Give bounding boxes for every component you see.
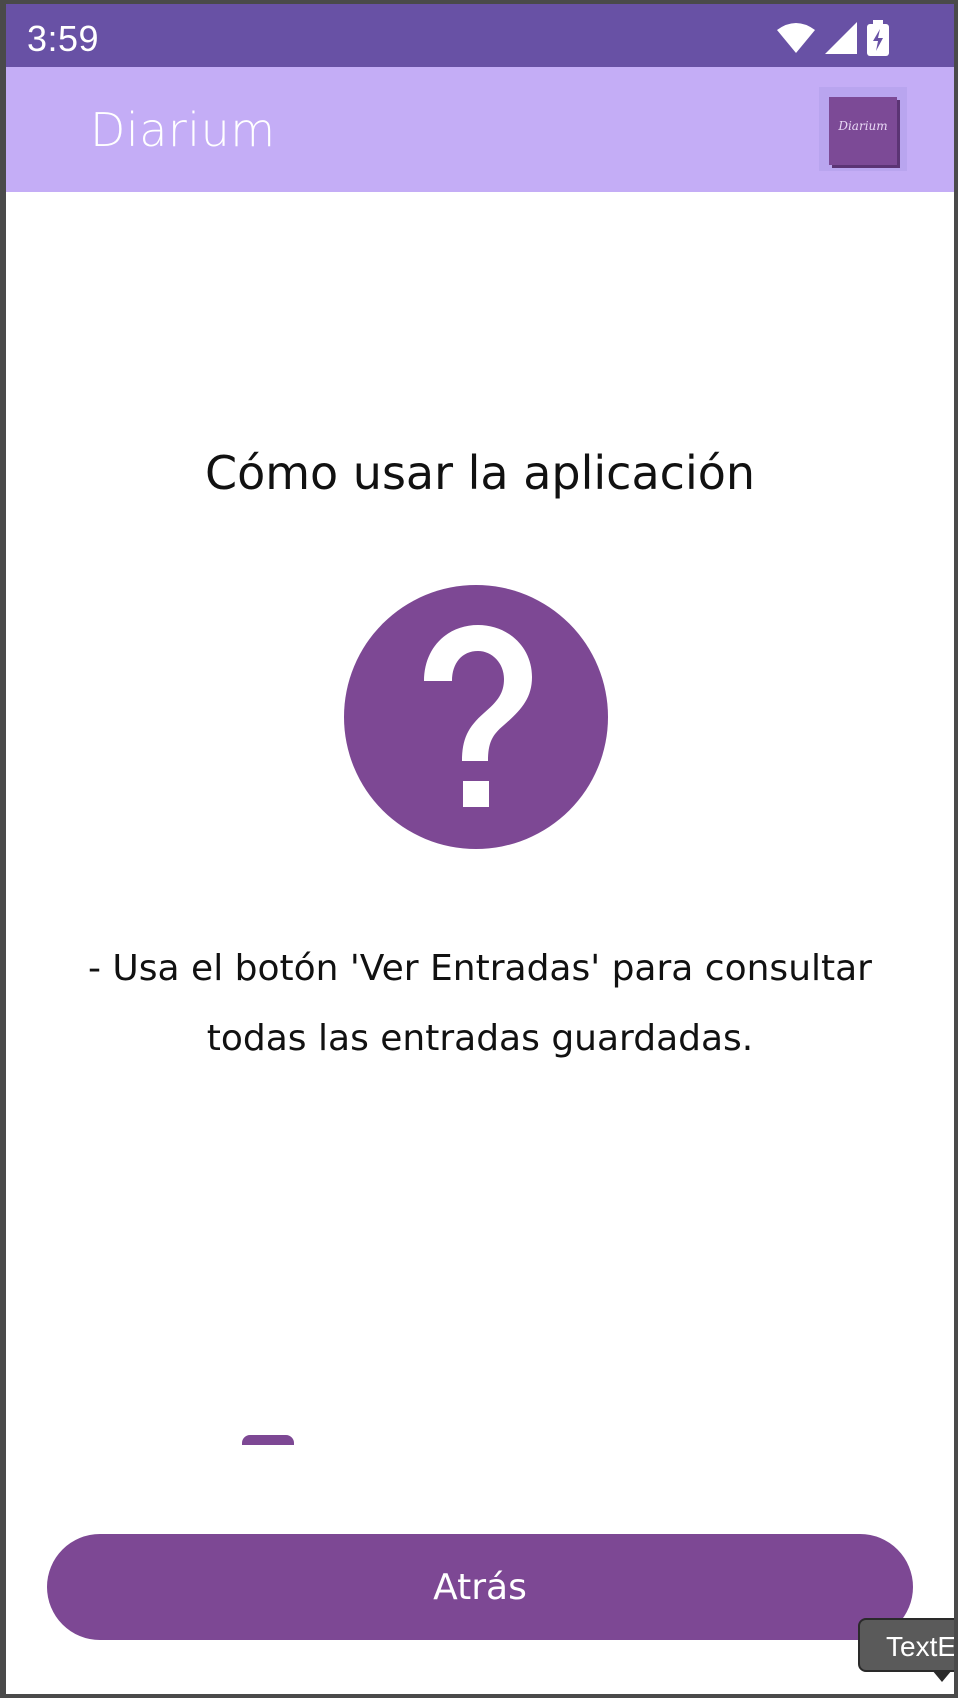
status-time: 3:59 (27, 18, 100, 59)
logo-text: Diarium (838, 119, 888, 133)
status-bar: 3:59 (6, 4, 954, 67)
page-indicator (242, 1435, 294, 1445)
cellular-signal-icon (824, 21, 858, 55)
tooltip-tail (932, 1670, 952, 1682)
wifi-icon (776, 22, 816, 54)
status-icons (776, 18, 890, 58)
help-circle-icon (344, 585, 608, 849)
tooltip: TextEd (858, 1618, 954, 1672)
phone-screen: 3:59 Diarium Diarium Cómo usar la aplica… (6, 4, 954, 1694)
battery-charging-icon (866, 20, 890, 56)
back-button[interactable]: Atrás (47, 1534, 913, 1640)
app-logo: Diarium (819, 87, 907, 171)
app-bar: Diarium Diarium (6, 67, 954, 192)
app-title: Diarium (90, 103, 276, 157)
help-text: - Usa el botón 'Ver Entradas' para consu… (88, 948, 872, 1059)
page-title: Cómo usar la aplicación (204, 446, 756, 500)
